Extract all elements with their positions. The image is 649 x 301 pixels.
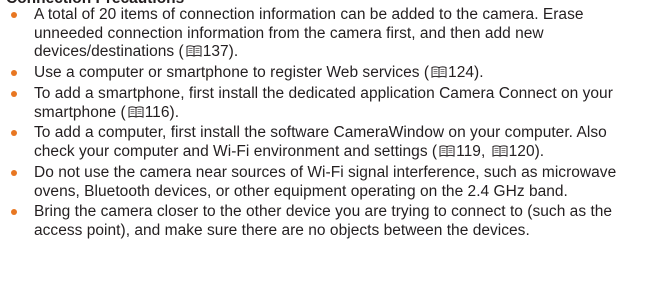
bullet-text: , [480,143,490,161]
bullet-item: To add a computer, first install the sof… [0,124,649,161]
page-number: 124 [448,64,474,82]
manual-page: Connection Precautions A total of 20 ite… [0,0,649,301]
page-reference-link[interactable]: 120 [490,143,535,160]
bullet-item: Use a computer or smartphone to register… [0,64,649,83]
page-reference-link[interactable]: 137 [184,43,229,60]
book-reference-icon [492,145,508,157]
bullet-item: Do not use the camera near sources of Wi… [0,164,649,201]
bullet-text: ). [474,64,484,82]
bullet-dot-icon [11,169,17,176]
page-number: 116 [144,103,170,121]
bullet-text: ). [534,143,545,161]
precautions-list: A total of 20 items of connection inform… [0,6,649,243]
book-reference-icon [439,145,455,157]
bullet-text: ). [228,43,239,61]
bullet-dot-icon [11,12,17,18]
bullet-text: To add a smartphone, first install the d… [34,84,613,121]
page-number: 137 [202,43,229,61]
bullet-dot-icon [11,90,17,97]
page-reference-link[interactable]: 119 [437,143,481,160]
bullet-item: To add a smartphone, first install the d… [0,85,649,122]
bullet-text: ). [169,103,180,121]
page-reference-link[interactable]: 116 [126,104,170,121]
book-reference-icon [431,66,447,78]
bullet-dot-icon [11,209,17,216]
book-reference-icon [186,45,202,57]
bullet-dot-icon [11,70,17,77]
bullet-text: Bring the camera closer to the other dev… [34,203,613,240]
page-number: 120 [508,143,535,161]
bullet-text: Use a computer or smartphone to register… [34,64,430,82]
bullet-item: Bring the camera closer to the other dev… [0,203,649,240]
bullet-item: A total of 20 items of connection inform… [0,6,649,62]
bullet-text: Do not use the camera near sources of Wi… [34,163,617,200]
bullet-dot-icon [11,130,17,137]
bullet-text: A total of 20 items of connection inform… [34,6,584,61]
book-reference-icon [128,105,144,118]
page-reference-link[interactable]: 124 [429,64,474,81]
page-number: 119 [456,143,481,161]
